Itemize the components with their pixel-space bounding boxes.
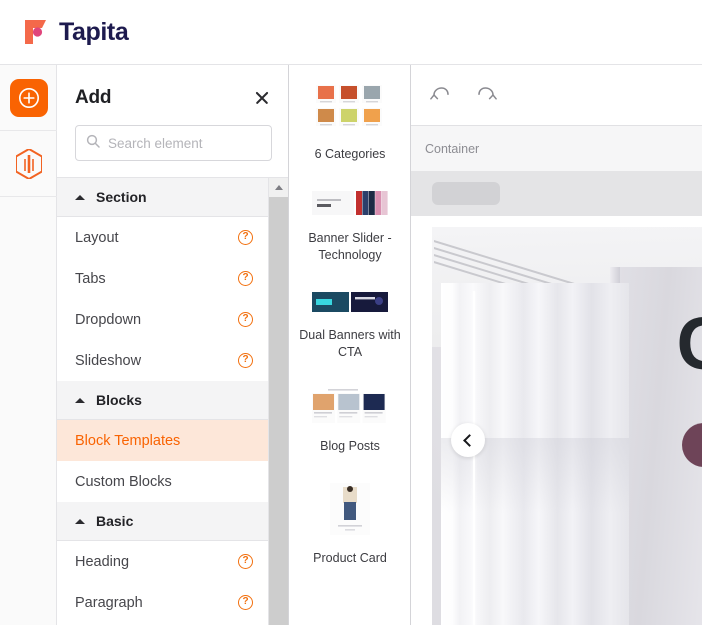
template-label: Blog Posts <box>320 439 380 453</box>
redo-icon[interactable] <box>474 83 498 107</box>
undo-icon[interactable] <box>428 83 452 107</box>
chevron-up-icon <box>75 518 85 524</box>
plus-circle-icon <box>18 87 39 108</box>
rail-cell-add[interactable] <box>0 65 57 131</box>
list-item-slideshow[interactable]: Slideshow? <box>57 340 268 381</box>
canvas-area: Container C <box>411 65 702 625</box>
help-icon[interactable]: ? <box>238 595 253 610</box>
panel-title: Add <box>75 87 112 108</box>
search-input[interactable] <box>108 135 261 151</box>
help-icon[interactable]: ? <box>238 271 253 286</box>
group-label: Blocks <box>96 392 142 408</box>
list-item-label: Custom Blocks <box>75 473 172 490</box>
template-item-6-categories[interactable]: 6 Categories <box>289 77 410 183</box>
list-item-tabs[interactable]: Tabs? <box>57 258 268 299</box>
group-header-section[interactable]: Section <box>57 178 268 217</box>
element-list: Section Layout? Tabs? Dropdown? Slideshow? Bl… <box>57 178 269 625</box>
template-column: 6 Categories Banner Slider - Technology Du… <box>289 65 411 625</box>
list-item-label: Layout <box>75 229 119 246</box>
help-icon[interactable]: ? <box>238 353 253 368</box>
slider-preview[interactable]: C <box>432 227 702 625</box>
panel-scrollbar[interactable] <box>269 178 288 625</box>
banner-slider-thumbnail <box>297 191 403 220</box>
list-item-label: Paragraph <box>75 594 143 611</box>
list-item-custom-blocks[interactable]: Custom Blocks <box>57 461 268 502</box>
app-header: Tapita <box>0 0 702 65</box>
group-label: Basic <box>96 513 134 529</box>
placeholder-band[interactable] <box>411 171 702 216</box>
left-icon-rail <box>0 65 57 625</box>
chevron-up-icon <box>274 185 283 190</box>
list-item-label: Dropdown <box>75 311 142 328</box>
group-header-blocks[interactable]: Blocks <box>57 381 268 420</box>
template-label: 6 Categories <box>314 147 386 161</box>
help-icon[interactable]: ? <box>238 554 253 569</box>
template-item-banner-slider-technology[interactable]: Banner Slider - Technology <box>289 183 410 284</box>
list-item-dropdown[interactable]: Dropdown? <box>57 299 268 340</box>
scroll-up-button[interactable] <box>269 178 288 197</box>
brand-name: Tapita <box>59 17 129 46</box>
add-panel-header: Add <box>57 65 288 161</box>
add-panel: Add SectionLayout?Tabs?Dropdown?Slidesho… <box>57 65 289 625</box>
slider-prev-button[interactable] <box>451 423 485 457</box>
magento-icon <box>14 147 44 181</box>
list-item-label: Heading <box>75 553 130 570</box>
template-item-product-card[interactable]: Product Card <box>289 475 410 587</box>
chevron-left-icon <box>463 433 476 447</box>
chevron-up-icon <box>75 397 85 403</box>
rail-cell-magento[interactable] <box>0 131 57 197</box>
template-item-dual-banners-with-cta[interactable]: Dual Banners with CTA <box>289 284 410 381</box>
placeholder-chip <box>432 182 500 205</box>
preview-curtain-rod <box>473 291 475 625</box>
template-label: Product Card <box>313 551 387 565</box>
template-item-blog-posts[interactable]: Blog Posts <box>289 381 410 475</box>
list-item-layout[interactable]: Layout? <box>57 217 268 258</box>
element-list-region: Section Layout? Tabs? Dropdown? Slideshow? Bl… <box>57 177 288 625</box>
template-label: Dual Banners with CTA <box>299 328 401 359</box>
brand-logo[interactable]: Tapita <box>22 17 129 47</box>
list-item-heading[interactable]: Heading? <box>57 541 268 582</box>
preview-overlay-letter: C <box>677 307 702 381</box>
product-card-thumbnail <box>297 483 403 540</box>
dual-banners-thumbnail <box>297 292 403 317</box>
container-strip[interactable]: Container <box>411 126 702 171</box>
container-label: Container <box>425 141 480 156</box>
help-icon[interactable]: ? <box>238 230 253 245</box>
list-item-paragraph[interactable]: Paragraph? <box>57 582 268 623</box>
group-header-basic[interactable]: Basic <box>57 502 268 541</box>
app-root: Tapita Add Search element Section Layout… <box>0 0 702 625</box>
list-item-block-templates[interactable]: Block Templates <box>57 420 268 461</box>
search-icon <box>86 134 100 153</box>
list-item-label: Block Templates <box>75 432 181 449</box>
close-icon[interactable] <box>252 88 272 108</box>
canvas-toolbar <box>411 65 702 126</box>
search-box[interactable] <box>75 125 272 161</box>
help-icon[interactable]: ? <box>238 312 253 327</box>
category-grid-thumbnail <box>297 85 403 136</box>
group-label: Section <box>96 189 147 205</box>
tapita-logo-icon <box>22 17 50 47</box>
template-label: Banner Slider - Technology <box>308 231 392 262</box>
chevron-up-icon <box>75 194 85 200</box>
list-item-label: Tabs <box>75 270 106 287</box>
blog-posts-thumbnail <box>297 389 403 428</box>
add-element-button[interactable] <box>9 78 48 117</box>
list-item-label: Slideshow <box>75 352 142 369</box>
